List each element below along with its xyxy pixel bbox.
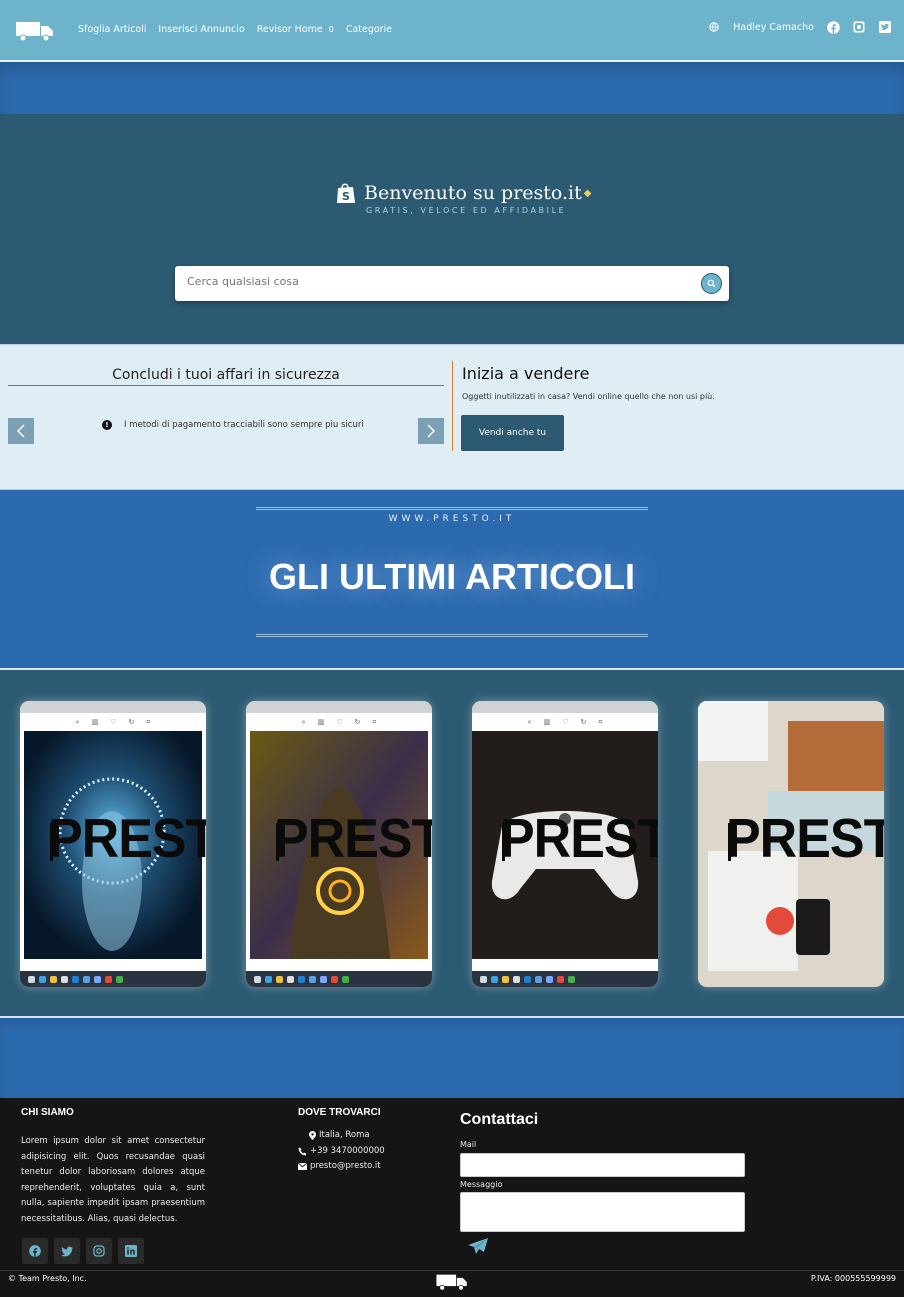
search-button[interactable]	[701, 273, 722, 294]
mail-label: Mail	[460, 1140, 477, 1149]
address: Italia, Roma	[319, 1130, 370, 1140]
about-text: Lorem ipsum dolor sit amet consectetur a…	[21, 1136, 205, 1224]
globe-icon[interactable]	[707, 20, 721, 34]
carousel-slide: ! I metodi di pagamento tracciabili sono…	[102, 420, 364, 430]
facebook-icon	[29, 1245, 41, 1257]
blue-band-top	[0, 62, 904, 114]
nav-link-revisor-home[interactable]: Revisor Home 0	[257, 24, 334, 35]
paper-plane-icon	[468, 1238, 488, 1254]
image-toolbar: ⌕ ▥ ♡ ↻ ⌗	[246, 713, 432, 731]
safety-title: Concludi i tuoi affari in sicurezza	[8, 367, 444, 386]
hero-title: Benvenuto su presto.it	[364, 182, 582, 204]
contact-title: Contattaci	[460, 1111, 539, 1128]
article-card[interactable]: ⌕ ▥ ♡ ↻ ⌗ PREST	[246, 701, 432, 987]
revisor-count-badge: 0	[328, 25, 334, 34]
message-label: Messaggio	[460, 1180, 503, 1189]
bottom-bar: © Team Presto, Inc. P.IVA: 000555599999	[0, 1270, 904, 1297]
watermark-text: PREST	[500, 808, 658, 870]
truck-logo-icon[interactable]	[16, 20, 54, 42]
vertical-divider	[452, 361, 453, 451]
nav-link-revisor-label: Revisor Home	[256, 24, 323, 35]
instagram-button[interactable]	[86, 1238, 112, 1264]
image-toolbar: ⌕ ▥ ♡ ↻ ⌗	[20, 713, 206, 731]
twitter-button[interactable]	[54, 1238, 80, 1264]
divider-bottom	[256, 634, 648, 637]
nav-link-categories[interactable]: Categorie	[346, 24, 392, 35]
phone-row: +39 3470000000	[298, 1144, 385, 1160]
search-icon	[707, 279, 716, 288]
search-box	[175, 266, 729, 301]
facebook-icon[interactable]	[826, 20, 840, 34]
window-bar	[472, 701, 658, 713]
taskbar	[20, 971, 206, 987]
watermark-text: PREST	[726, 808, 884, 870]
taskbar	[246, 971, 432, 987]
where-title: DOVE TROVARCI	[298, 1107, 381, 1118]
copyright: © Team Presto, Inc.	[8, 1274, 87, 1283]
divider-top	[256, 507, 648, 510]
linkedin-button[interactable]	[118, 1238, 144, 1264]
carousel-text: I metodi di pagamento tracciabili sono s…	[124, 420, 364, 430]
email-row: presto@presto.it	[298, 1159, 385, 1175]
hero-dot-icon: ◆	[583, 187, 592, 199]
instagram-icon[interactable]	[852, 20, 866, 34]
user-name[interactable]: Hadley Camacho	[733, 22, 814, 33]
hero-section: S Benvenuto su presto.it ◆ GRATIS, VELOC…	[0, 114, 904, 344]
window-bar	[246, 701, 432, 713]
message-textarea[interactable]	[460, 1192, 745, 1232]
watermark-text: PREST	[274, 808, 432, 870]
linkedin-icon	[125, 1245, 137, 1257]
watermark-text: PREST	[48, 808, 206, 870]
mail-input[interactable]	[460, 1153, 745, 1177]
instagram-icon	[93, 1245, 105, 1257]
send-button[interactable]	[466, 1235, 490, 1257]
nav-link-browse[interactable]: Sfoglia Articoli	[78, 24, 146, 35]
article-card[interactable]: ⌕ ▥ ♡ ↻ ⌗ PREST	[20, 701, 206, 987]
truck-logo-icon	[436, 1274, 467, 1291]
sell-button[interactable]: Vendi anche tu	[461, 415, 564, 451]
about-title: CHI SIAMO	[21, 1107, 74, 1118]
search-input[interactable]	[187, 275, 667, 288]
sell-text: Oggetti inutilizzati in casa? Vendi onli…	[462, 392, 715, 401]
facebook-button[interactable]	[22, 1238, 48, 1264]
twitter-icon	[61, 1246, 73, 1256]
shopping-bag-icon: S	[337, 183, 355, 203]
chevron-left-icon	[16, 424, 25, 438]
carousel-next-button[interactable]	[418, 418, 444, 444]
svg-text:S: S	[342, 190, 350, 203]
map-pin-icon	[309, 1131, 316, 1141]
hero-subtitle: GRATIS, VELOCE ED AFFIDABILE	[366, 206, 567, 215]
carousel-prev-button[interactable]	[8, 418, 34, 444]
taskbar	[472, 971, 658, 987]
blue-band-bottom	[0, 1018, 904, 1098]
where-list: Italia, Roma +39 3470000000 presto@prest…	[298, 1128, 385, 1175]
site-url: WWW.PRESTO.IT	[388, 514, 516, 524]
phone[interactable]: +39 3470000000	[310, 1144, 385, 1160]
footer: CHI SIAMO Lorem ipsum dolor sit amet con…	[0, 1098, 904, 1270]
navbar: Sfoglia Articoli Inserisci Annuncio Revi…	[0, 0, 904, 62]
vat-number: P.IVA: 000555599999	[810, 1274, 896, 1283]
twitter-icon[interactable]	[878, 20, 892, 34]
nav-link-insert-ad[interactable]: Inserisci Annuncio	[158, 24, 244, 35]
articles-grid: ⌕ ▥ ♡ ↻ ⌗ PREST ⌕ ▥ ♡ ↻ ⌗ PREST ⌕ ▥ ♡ ↻ ⌗	[0, 670, 904, 1018]
latest-articles-header: WWW.PRESTO.IT GLI ULTIMI ARTICOLI	[0, 490, 904, 670]
article-card[interactable]: PREST	[698, 701, 884, 987]
latest-title: GLI ULTIMI ARTICOLI	[269, 556, 635, 597]
sell-title: Inizia a vendere	[462, 364, 590, 383]
info-circle-icon: !	[102, 420, 112, 430]
article-card[interactable]: ⌕ ▥ ♡ ↻ ⌗ PREST	[472, 701, 658, 987]
phone-icon	[298, 1147, 307, 1156]
info-section: Concludi i tuoi affari in sicurezza ! I …	[0, 344, 904, 490]
image-toolbar: ⌕ ▥ ♡ ↻ ⌗	[472, 713, 658, 731]
envelope-icon	[298, 1163, 307, 1171]
chevron-right-icon	[427, 424, 436, 438]
hero-title-row: S Benvenuto su presto.it ◆	[336, 182, 591, 204]
address-row: Italia, Roma	[309, 1128, 385, 1144]
window-bar	[20, 701, 206, 713]
email[interactable]: presto@presto.it	[310, 1159, 381, 1175]
